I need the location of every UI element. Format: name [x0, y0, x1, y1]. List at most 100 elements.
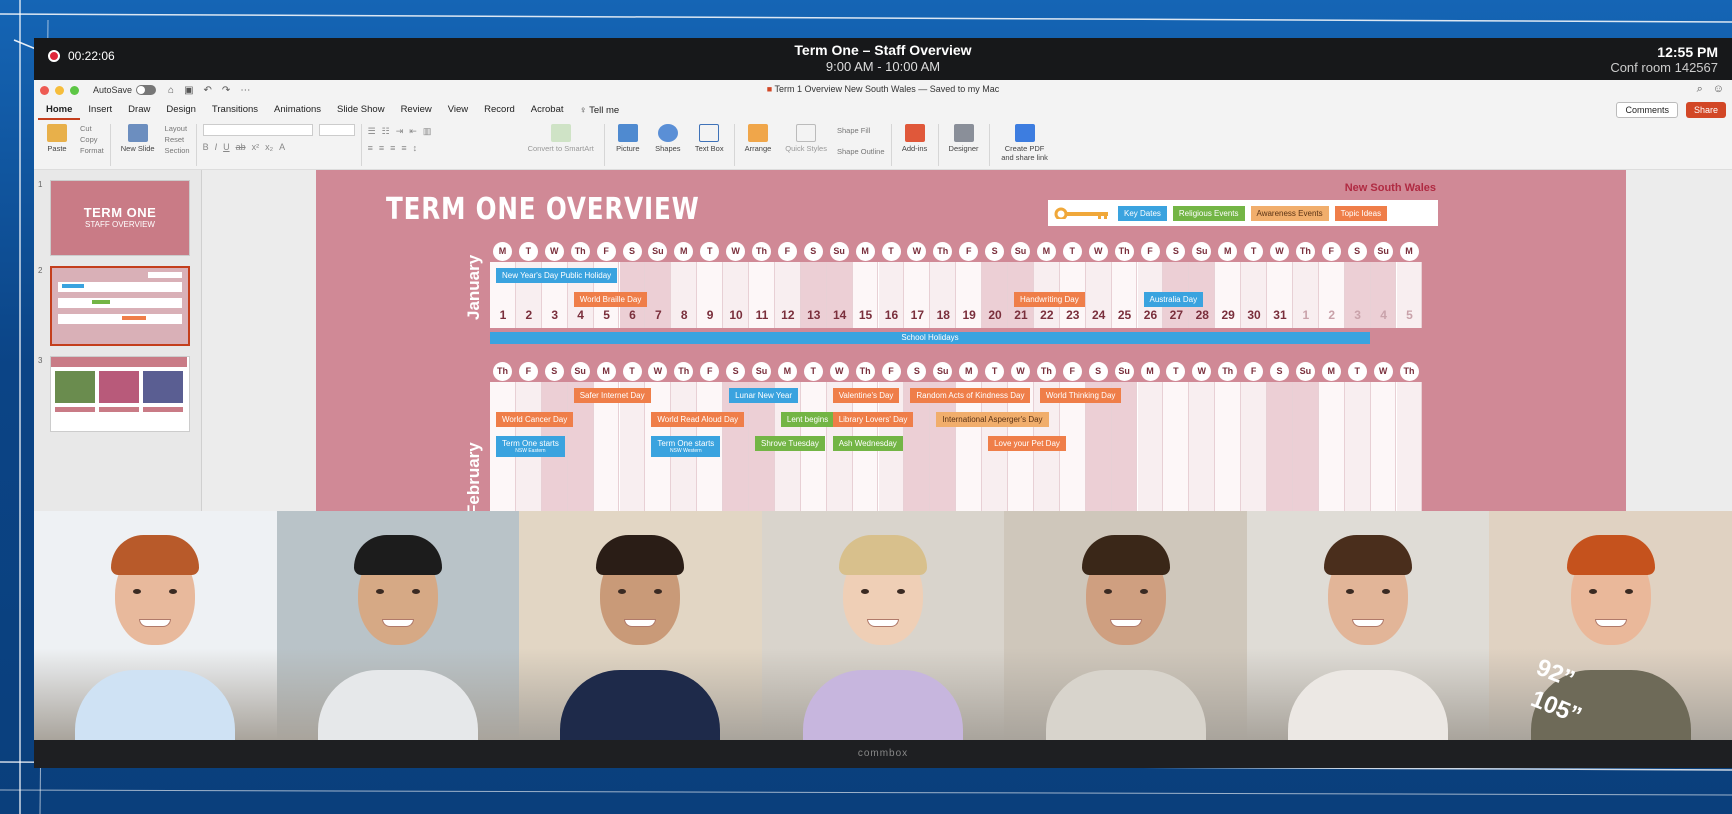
january-day-header: F	[596, 242, 616, 261]
participant-2[interactable]	[276, 511, 520, 740]
january-event[interactable]: World Braille Day	[573, 292, 648, 307]
february-event[interactable]: Library Lovers' Day	[832, 412, 914, 427]
february-event[interactable]: International Asperger's Day	[936, 412, 1049, 427]
section-button[interactable]: Section	[165, 146, 190, 155]
participant-4[interactable]	[761, 511, 1005, 740]
layout-button[interactable]: Layout	[165, 124, 190, 133]
powerpoint-icon: ■	[766, 84, 775, 94]
outdent-icon[interactable]: ⇤	[409, 126, 417, 137]
strikethrough-icon[interactable]: ab	[236, 142, 246, 152]
align-right-icon[interactable]: ≡	[390, 143, 395, 153]
account-icon[interactable]: ☺	[1713, 83, 1724, 96]
february-event[interactable]: Love your Pet Day	[988, 436, 1066, 451]
designer-button[interactable]: Designer	[945, 124, 983, 153]
shapes-button[interactable]: Shapes	[651, 124, 685, 153]
tell-me[interactable]: ♀ Tell me	[572, 105, 620, 116]
title-bar-right: ⌕ ☺	[1697, 83, 1724, 96]
format-buttons: B I U ab x² x₂ A	[203, 142, 355, 152]
february-day-header: W	[1192, 362, 1212, 381]
tab-design[interactable]: Design	[158, 100, 204, 120]
tab-animations[interactable]: Animations	[266, 100, 329, 120]
slide-term-one-overview[interactable]: TERM ONE OVERVIEW New South Wales Key Da…	[316, 170, 1626, 511]
february-event[interactable]: Lent begins	[780, 412, 835, 427]
font-size-select[interactable]	[318, 124, 355, 136]
january-event[interactable]: Australia Day	[1143, 292, 1204, 307]
shape-outline-button[interactable]: Shape Outline	[837, 147, 885, 156]
tab-insert[interactable]: Insert	[80, 100, 120, 120]
underline-icon[interactable]: U	[223, 142, 230, 152]
addins-button[interactable]: Add-ins	[898, 124, 932, 153]
january-day-header: W	[1270, 242, 1289, 261]
torso	[803, 670, 964, 740]
new-slide-label: New Slide	[120, 144, 155, 153]
tab-review[interactable]: Review	[393, 100, 440, 120]
align-left-icon[interactable]: ≡	[368, 143, 373, 153]
february-event[interactable]: Term One starts NSW Western	[651, 436, 721, 457]
participant-5[interactable]	[1004, 511, 1247, 740]
february-day-column	[1241, 382, 1267, 511]
bullets-icon[interactable]: ☰	[368, 126, 376, 137]
superscript-icon[interactable]: x²	[252, 142, 260, 152]
share-button[interactable]: Share	[1685, 102, 1726, 118]
participant-7[interactable]	[1489, 511, 1732, 740]
february-event[interactable]: Term One starts NSW Eastern	[496, 436, 565, 457]
tab-acrobat[interactable]: Acrobat	[523, 100, 572, 120]
slide-thumb-3[interactable]	[50, 356, 190, 432]
columns-icon[interactable]: ▥	[423, 126, 432, 137]
february-event[interactable]: Random Acts of Kindness Day	[910, 388, 1031, 403]
copy-button[interactable]: Copy	[80, 135, 104, 144]
convert-smartart-button[interactable]: Convert to SmartArt	[524, 124, 598, 153]
format-painter-button[interactable]: Format	[80, 146, 104, 155]
line-spacing-icon[interactable]: ↕	[413, 143, 418, 153]
torso	[1045, 670, 1206, 740]
reset-button[interactable]: Reset	[165, 135, 190, 144]
numbering-icon[interactable]: ☷	[382, 126, 390, 137]
indent-icon[interactable]: ⇥	[396, 126, 404, 137]
textbox-icon	[699, 124, 720, 142]
tab-slide-show[interactable]: Slide Show	[329, 100, 393, 120]
tab-view[interactable]: View	[440, 100, 476, 120]
february-event[interactable]: World Cancer Day	[496, 412, 574, 427]
picture-button[interactable]: Picture	[611, 124, 645, 153]
february-event[interactable]: World Read Aloud Day	[651, 412, 745, 427]
february-event[interactable]: Valentine's Day	[832, 388, 900, 403]
quick-styles-button[interactable]: Quick Styles	[781, 124, 831, 153]
slide-thumb-1[interactable]: TERM ONE STAFF OVERVIEW	[50, 180, 190, 256]
create-pdf-button[interactable]: Create PDF and share link	[996, 124, 1054, 162]
february-event[interactable]: Safer Internet Day	[573, 388, 651, 403]
february-event[interactable]: World Thinking Day	[1039, 388, 1122, 403]
tab-home[interactable]: Home	[38, 100, 81, 120]
align-center-icon[interactable]: ≡	[379, 143, 384, 153]
paste-button[interactable]: Paste	[40, 124, 74, 153]
january-event[interactable]: Handwriting Day	[1014, 292, 1085, 307]
january-event[interactable]: New Year's Day Public Holiday	[496, 268, 618, 283]
new-slide-button[interactable]: New Slide	[117, 124, 159, 153]
justify-icon[interactable]: ≡	[401, 143, 406, 153]
february-day-header: F	[518, 362, 538, 381]
participant-6[interactable]	[1246, 511, 1490, 740]
italic-icon[interactable]: I	[215, 142, 218, 152]
bold-icon[interactable]: B	[203, 142, 209, 152]
font-color-icon[interactable]: A	[279, 142, 285, 152]
february-event[interactable]: Ash Wednesday	[832, 436, 903, 451]
tab-transitions[interactable]: Transitions	[204, 100, 266, 120]
tab-record[interactable]: Record	[476, 100, 523, 120]
arrange-button[interactable]: Arrange	[741, 124, 776, 153]
february-day-header: F	[881, 362, 901, 381]
designer-icon	[953, 124, 974, 142]
comments-button[interactable]: Comments	[1616, 102, 1678, 118]
search-icon[interactable]: ⌕	[1697, 83, 1703, 96]
participant-1[interactable]	[34, 511, 277, 740]
january-date-number: 22	[1040, 308, 1054, 322]
participant-3[interactable]	[519, 511, 762, 740]
textbox-button[interactable]: Text Box	[691, 124, 728, 153]
eye-right	[169, 589, 178, 594]
cut-button[interactable]: Cut	[80, 124, 104, 133]
shape-fill-button[interactable]: Shape Fill	[837, 126, 885, 135]
february-event[interactable]: Shrove Tuesday	[755, 436, 825, 451]
tab-draw[interactable]: Draw	[120, 100, 158, 120]
subscript-icon[interactable]: x₂	[265, 142, 273, 152]
february-event[interactable]: Lunar New Year	[729, 388, 799, 403]
font-family-select[interactable]	[202, 124, 313, 136]
slide-thumb-2[interactable]	[50, 266, 190, 346]
